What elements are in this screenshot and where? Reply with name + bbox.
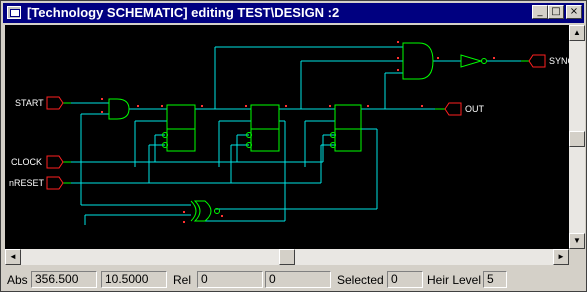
schematic-diagram[interactable]: START CLOCK nRESET OUT SYNC	[5, 25, 569, 249]
ports	[46, 54, 546, 190]
scroll-right-button[interactable]: ►	[553, 249, 569, 265]
abs-y-field: 10.5000	[101, 271, 167, 288]
close-button[interactable]: ×	[566, 5, 582, 19]
port-start[interactable]	[46, 96, 64, 110]
selected-label: Selected	[337, 273, 384, 287]
minimize-button[interactable]: _	[532, 5, 548, 19]
xor-back-arc	[190, 200, 197, 222]
scrollbar-corner	[569, 249, 585, 265]
rel-label: Rel	[173, 273, 192, 287]
abs-x-field: 356.500	[31, 271, 97, 288]
label-start: START	[15, 98, 44, 108]
port-clock[interactable]	[46, 155, 64, 169]
xor-gate[interactable]	[193, 200, 212, 222]
rel-y-field: 0	[265, 271, 331, 288]
horizontal-scroll-thumb[interactable]	[279, 249, 295, 265]
app-icon[interactable]	[7, 6, 21, 19]
window-title: [Technology SCHEMATIC] editing TEST\DESI…	[27, 5, 340, 20]
title-bar[interactable]: [Technology SCHEMATIC] editing TEST\DESI…	[3, 3, 584, 23]
scroll-up-button[interactable]: ▲	[569, 25, 585, 41]
flip-flop-2[interactable]	[250, 104, 280, 152]
pin-markers	[101, 41, 495, 223]
and-gate-start[interactable]	[108, 98, 130, 120]
flip-flop-3[interactable]	[334, 104, 362, 152]
and-gate-sync[interactable]	[402, 42, 434, 80]
heir-level-label: Heir Level	[427, 273, 482, 287]
schematic-window: [Technology SCHEMATIC] editing TEST\DESI…	[0, 0, 587, 292]
port-nreset[interactable]	[46, 176, 64, 190]
wires	[71, 46, 521, 225]
scroll-down-button[interactable]: ▼	[569, 233, 585, 249]
port-out[interactable]	[444, 102, 462, 116]
buffer-gate[interactable]	[460, 54, 483, 68]
port-labels: START CLOCK nRESET OUT SYNC	[9, 56, 569, 188]
horizontal-scrollbar[interactable]: ◄ ►	[5, 249, 569, 265]
label-nreset: nRESET	[9, 178, 45, 188]
vertical-scrollbar[interactable]: ▲ ▼	[569, 25, 585, 249]
rel-x-field: 0	[197, 271, 263, 288]
flip-flop-1[interactable]	[166, 104, 196, 152]
label-out: OUT	[465, 104, 485, 114]
schematic-canvas[interactable]: START CLOCK nRESET OUT SYNC	[5, 25, 569, 249]
maximize-button[interactable]: □	[548, 5, 564, 19]
label-clock: CLOCK	[11, 157, 42, 167]
selected-field: 0	[387, 271, 423, 288]
label-sync: SYNC	[549, 56, 569, 66]
vertical-scroll-thumb[interactable]	[569, 131, 585, 147]
port-sync[interactable]	[528, 54, 546, 68]
heir-level-field: 5	[483, 271, 507, 288]
scroll-left-button[interactable]: ◄	[5, 249, 21, 265]
status-bar: Abs 356.500 10.5000 Rel 0 0 Selected 0 H…	[3, 269, 586, 291]
abs-label: Abs	[7, 273, 28, 287]
gates	[63, 42, 529, 222]
